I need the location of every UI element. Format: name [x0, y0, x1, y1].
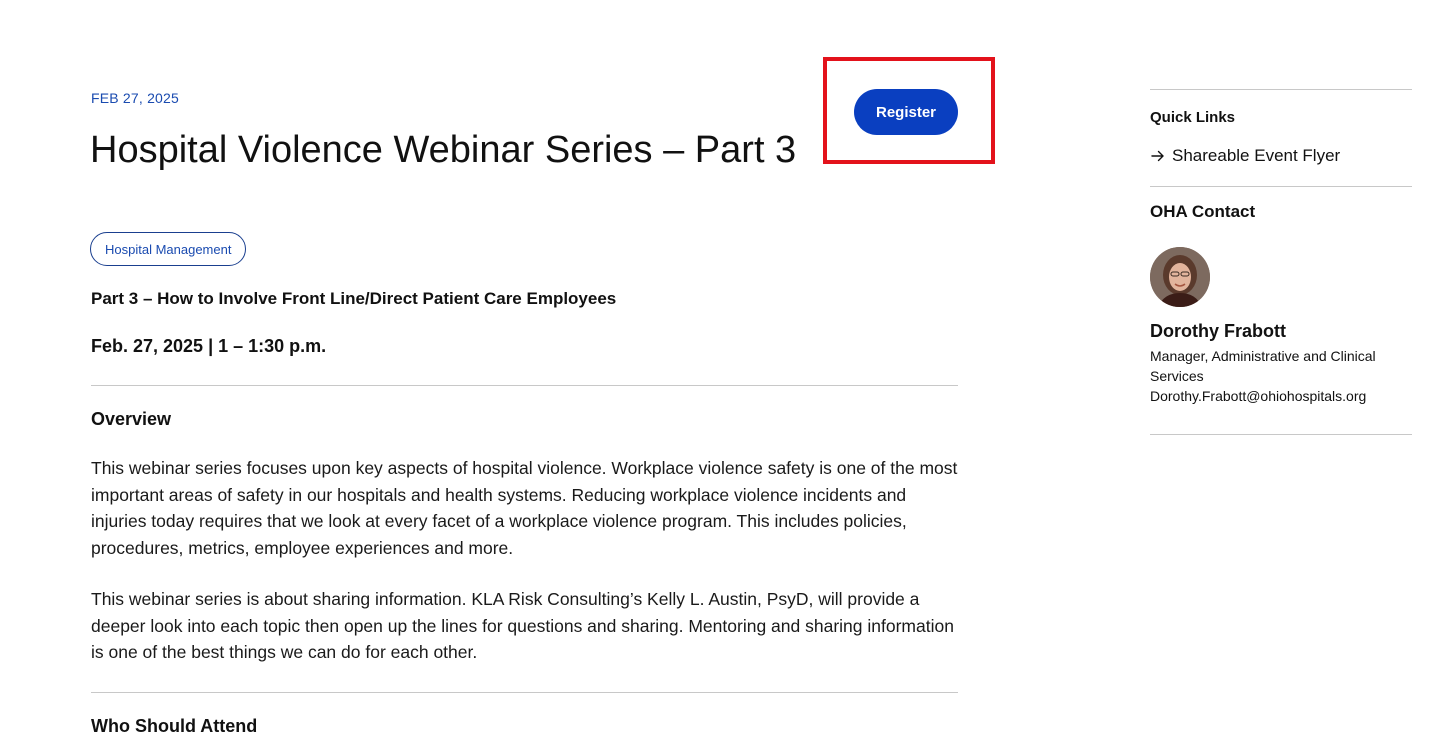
- category-tag[interactable]: Hospital Management: [90, 232, 247, 266]
- sidebar-divider: [1150, 89, 1412, 90]
- contact-role: Manager, Administrative and Clinical Ser…: [1150, 348, 1376, 384]
- sidebar-divider: [1150, 186, 1412, 187]
- contact-name: Dorothy Frabott: [1150, 321, 1286, 341]
- contact-email-link[interactable]: Dorothy.Frabott@ohiohospitals.org: [1150, 388, 1366, 404]
- who-should-attend-heading: Who Should Attend: [91, 716, 258, 736]
- event-datetime: Feb. 27, 2025 | 1 – 1:30 p.m.: [91, 336, 327, 356]
- overview-heading: Overview: [91, 409, 172, 429]
- quick-links-heading: Quick Links: [1150, 109, 1236, 126]
- sidebar-divider: [1150, 434, 1412, 435]
- overview-paragraph-2: This webinar series is about sharing inf…: [91, 589, 954, 663]
- contact-photo: [1150, 247, 1210, 307]
- event-subtitle: Part 3 – How to Involve Front Line/Direc…: [91, 289, 617, 308]
- avatar: [1150, 247, 1210, 307]
- quick-link-label: Shareable Event Flyer: [1172, 146, 1341, 165]
- overview-paragraph-1: This webinar series focuses upon key asp…: [91, 458, 958, 559]
- register-button[interactable]: Register: [854, 89, 958, 135]
- shareable-event-flyer-link[interactable]: Shareable Event Flyer: [1150, 146, 1340, 166]
- page-title: Hospital Violence Webinar Series – Part …: [90, 129, 797, 171]
- oha-contact-heading: OHA Contact: [1150, 202, 1256, 221]
- arrow-right-icon: [1151, 150, 1164, 162]
- divider: [91, 385, 958, 386]
- event-date: FEB 27, 2025: [91, 90, 180, 106]
- event-page: FEB 27, 2025 Hospital Violence Webinar S…: [0, 0, 1444, 741]
- divider: [91, 692, 958, 693]
